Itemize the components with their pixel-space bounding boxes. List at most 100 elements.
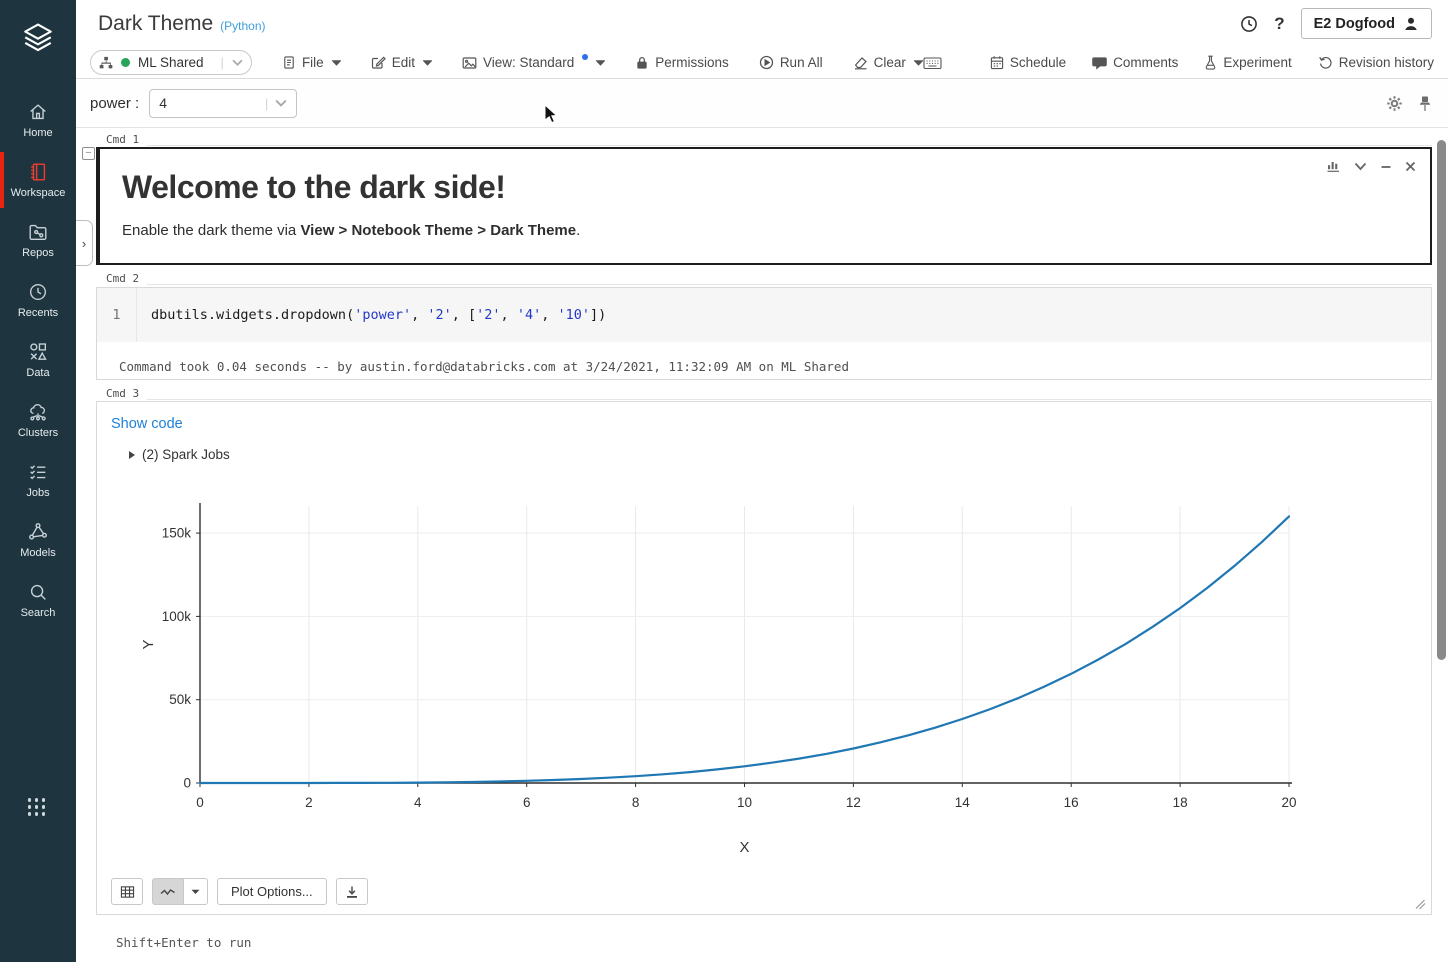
svg-text:8: 8: [632, 795, 640, 810]
sidebar-item-models[interactable]: Models: [0, 510, 76, 570]
account-button[interactable]: E2 Dogfood: [1300, 8, 1432, 39]
svg-text:16: 16: [1064, 795, 1079, 810]
view-menu[interactable]: View: Standard: [462, 53, 606, 70]
run-all-button[interactable]: Run All: [759, 55, 823, 70]
power-dropdown[interactable]: 4 |: [149, 88, 298, 118]
main-area: Dark Theme (Python) ? E2 Dogfood ML Shar…: [76, 0, 1448, 962]
pin-widgets-icon[interactable]: [1418, 95, 1432, 112]
chart-type-caret-button[interactable]: [184, 878, 208, 905]
show-code-link[interactable]: Show code: [111, 416, 183, 432]
recents-icon: [27, 281, 49, 303]
sidebar-item-data[interactable]: Data: [0, 330, 76, 390]
expand-triangle-icon: [129, 450, 135, 459]
edit-menu[interactable]: Edit: [371, 55, 432, 70]
power-dropdown-value: 4: [159, 95, 167, 111]
notebook-toolbar: ML Shared | File Edit View: Standard Per…: [76, 47, 1448, 79]
notebook-language: (Python): [220, 18, 266, 33]
resize-handle[interactable]: [1414, 898, 1426, 910]
svg-text:50k: 50k: [169, 692, 191, 707]
user-icon: [1403, 16, 1419, 32]
sidebar: Home Workspace Repos Recents Data Cluste…: [0, 0, 76, 962]
comments-button[interactable]: Comments: [1092, 55, 1178, 70]
data-icon: [27, 341, 49, 363]
repos-icon: [27, 221, 49, 243]
sidebar-item-label: Jobs: [26, 487, 50, 499]
run-all-icon: [759, 55, 774, 70]
sidebar-item-clusters[interactable]: Clusters: [0, 390, 76, 450]
run-hint: Shift+Enter to run: [116, 935, 252, 950]
svg-text:4: 4: [414, 795, 422, 810]
notification-dot: [582, 53, 589, 60]
expand-panel-button[interactable]: ›: [76, 220, 93, 266]
account-name: E2 Dogfood: [1313, 15, 1395, 32]
chart-type-group: [152, 878, 208, 905]
command-result: Command took 0.04 seconds -- by austin.f…: [119, 359, 849, 374]
widget-settings-gear-icon[interactable]: [1386, 95, 1403, 112]
permissions-button[interactable]: Permissions: [635, 55, 729, 70]
workspace-icon: [27, 161, 49, 183]
sidebar-item-repos[interactable]: Repos: [0, 210, 76, 270]
caret-down-icon: [331, 59, 341, 66]
svg-text:100k: 100k: [162, 609, 192, 624]
spark-jobs-toggle[interactable]: (2) Spark Jobs: [129, 447, 230, 462]
line-chart-button[interactable]: [152, 878, 184, 905]
keyboard-shortcuts-icon[interactable]: [923, 56, 942, 70]
clock-status-icon[interactable]: [1240, 15, 1258, 33]
markdown-cell[interactable]: Welcome to the dark side! Enable the dar…: [96, 147, 1432, 265]
plot-options-button[interactable]: Plot Options...: [217, 878, 327, 905]
cluster-selector[interactable]: ML Shared |: [90, 50, 252, 75]
sitemap-icon: [99, 56, 113, 70]
experiment-button[interactable]: Experiment: [1204, 55, 1292, 70]
chevron-down-icon[interactable]: [1354, 162, 1367, 171]
svg-text:0: 0: [196, 795, 204, 810]
download-chart-button[interactable]: [335, 878, 368, 905]
code-cell[interactable]: 1 dbutils.widgets.dropdown('power', '2',…: [96, 287, 1432, 380]
collapse-cell-button[interactable]: −: [82, 147, 95, 160]
sidebar-item-jobs[interactable]: Jobs: [0, 450, 76, 510]
file-menu[interactable]: File: [282, 55, 341, 70]
comment-icon: [1092, 56, 1107, 70]
cluster-name: ML Shared: [138, 55, 204, 70]
databricks-logo-icon[interactable]: [0, 0, 76, 76]
page-title: Dark Theme: [98, 11, 214, 35]
help-icon[interactable]: ?: [1274, 14, 1284, 34]
flask-icon: [1204, 55, 1217, 70]
history-icon: [1318, 55, 1333, 70]
show-table-button[interactable]: [111, 878, 143, 905]
svg-text:20: 20: [1281, 795, 1296, 810]
svg-text:18: 18: [1173, 795, 1188, 810]
minimize-cell-icon[interactable]: [1380, 161, 1392, 173]
close-cell-icon[interactable]: [1405, 161, 1416, 172]
code-editor[interactable]: 1 dbutils.widgets.dropdown('power', '2',…: [97, 288, 1431, 342]
sidebar-item-label: Data: [26, 367, 50, 379]
models-icon: [27, 521, 49, 543]
sidebar-item-workspace[interactable]: Workspace: [0, 150, 76, 210]
clear-menu[interactable]: Clear: [853, 55, 923, 70]
caret-down-icon: [596, 59, 606, 66]
clusters-icon: [27, 401, 49, 423]
jobs-icon: [27, 461, 49, 483]
cluster-status-dot: [121, 58, 130, 67]
sidebar-item-recents[interactable]: Recents: [0, 270, 76, 330]
apps-grid-icon[interactable]: [0, 798, 76, 819]
svg-text:6: 6: [523, 795, 531, 810]
svg-text:14: 14: [955, 795, 971, 810]
schedule-button[interactable]: Schedule: [990, 55, 1066, 70]
chevron-down-icon: [275, 99, 287, 107]
sidebar-item-label: Models: [20, 547, 56, 559]
svg-text:10: 10: [737, 795, 752, 810]
view-icon: [462, 56, 477, 70]
sidebar-item-label: Home: [23, 127, 53, 139]
code-line: dbutils.widgets.dropdown('power', '2', […: [151, 307, 607, 323]
sidebar-item-home[interactable]: Home: [0, 90, 76, 150]
caret-down-icon: [913, 59, 923, 66]
eraser-icon: [853, 56, 868, 70]
line-chart: 0 2 4 6 8 10 12 14 16 18 20 0 50k 100k 150k X Y: [140, 503, 1297, 856]
svg-text:X: X: [739, 839, 749, 856]
lock-icon: [635, 55, 649, 70]
revision-history-button[interactable]: Revision history: [1318, 55, 1434, 70]
dashboard-chart-icon[interactable]: [1326, 159, 1341, 174]
vertical-scrollbar[interactable]: [1437, 140, 1446, 660]
sidebar-item-search[interactable]: Search: [0, 570, 76, 630]
sidebar-item-label: Recents: [17, 307, 59, 319]
